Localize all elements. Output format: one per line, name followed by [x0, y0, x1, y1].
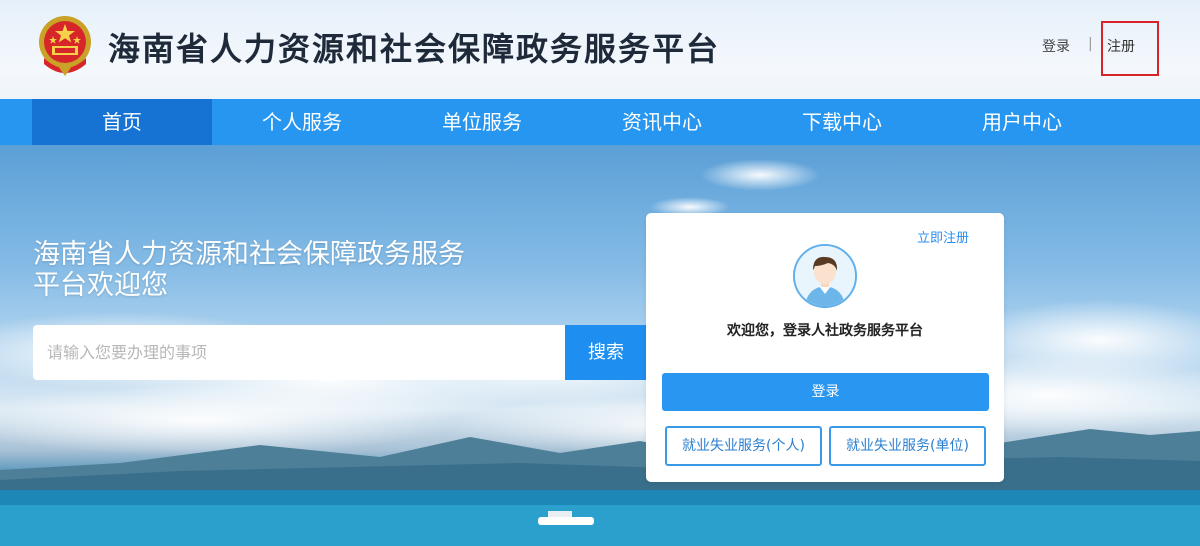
search-button[interactable]: 搜索	[565, 325, 647, 380]
hero-welcome-title: 海南省人力资源和社会保障政务服务平台欢迎您	[33, 239, 465, 301]
nav-unit-services[interactable]: 单位服务	[392, 99, 572, 145]
header-separator: |	[1088, 36, 1093, 52]
header-register-link[interactable]: 注册	[1107, 36, 1135, 56]
register-now-link[interactable]: 立即注册	[917, 227, 969, 246]
site-header: 海南省人力资源和社会保障政务服务平台 登录 | 注册	[0, 0, 1200, 99]
site-title: 海南省人力资源和社会保障政务服务平台	[108, 30, 721, 68]
service-search-input[interactable]	[33, 325, 565, 380]
employment-unit-button[interactable]: 就业失业服务(单位)	[829, 426, 986, 466]
nav-home[interactable]: 首页	[32, 99, 212, 145]
national-emblem-icon	[39, 16, 91, 76]
login-card: 立即注册 欢迎您，登录人社政务服务平台 登录 就业失业服务(个人) 就业失业服务…	[646, 213, 1004, 482]
nav-news-center[interactable]: 资讯中心	[572, 99, 752, 145]
nav-user-center[interactable]: 用户中心	[932, 99, 1112, 145]
welcome-message: 欢迎您，登录人社政务服务平台	[727, 323, 923, 339]
nav-personal-services[interactable]: 个人服务	[212, 99, 392, 145]
main-nav: 首页 个人服务 单位服务 资讯中心 下载中心 用户中心	[0, 99, 1200, 145]
header-login-link[interactable]: 登录	[1042, 36, 1070, 56]
nav-download-center[interactable]: 下载中心	[752, 99, 932, 145]
login-button[interactable]: 登录	[662, 373, 989, 411]
hero-banner: 海南省人力资源和社会保障政务服务平台欢迎您 搜索 立即注册 欢迎您，登录人社政务…	[0, 145, 1200, 546]
user-avatar-icon	[793, 244, 857, 308]
employment-personal-button[interactable]: 就业失业服务(个人)	[665, 426, 822, 466]
